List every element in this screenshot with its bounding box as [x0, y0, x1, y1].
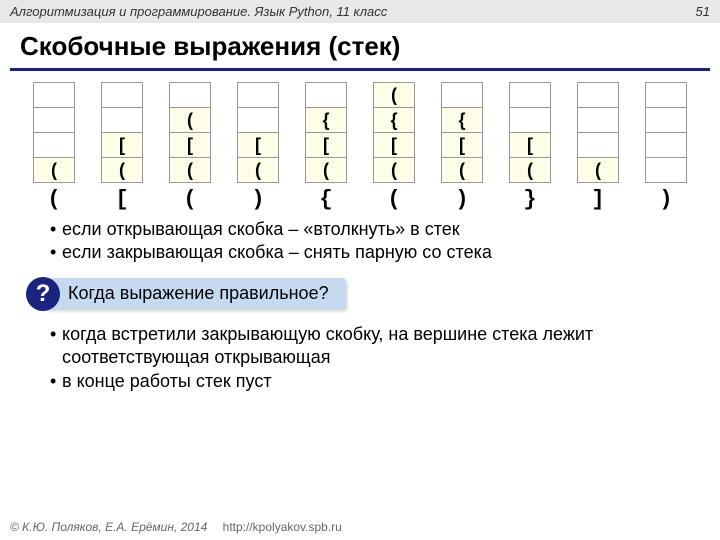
stack-cell: {: [441, 107, 483, 133]
stack-cell: [33, 132, 75, 158]
stack-cell: [441, 82, 483, 108]
input-bracket: (: [183, 187, 196, 212]
stack-cell: [: [169, 132, 211, 158]
stack-cell: [509, 82, 551, 108]
slide-footer: © К.Ю. Поляков, Е.А. Ерёмин, 2014 http:/…: [10, 520, 342, 534]
answers-list: когда встретили закрывающую скобку, на в…: [0, 317, 720, 395]
stack-cell: [101, 107, 143, 133]
stack-cell: (: [101, 157, 143, 183]
stack-column: (]: [571, 83, 625, 212]
stack-cell: [: [101, 132, 143, 158]
stack-cell: [33, 82, 75, 108]
input-bracket: ): [455, 187, 468, 212]
stack-cell: [: [305, 132, 347, 158]
answer-item: в конце работы стек пуст: [50, 370, 690, 393]
course-name: Алгоритмизация и программирование. Язык …: [10, 4, 387, 19]
stack-cell: (: [169, 157, 211, 183]
stack-cell: [: [441, 132, 483, 158]
stack-cell: (: [577, 157, 619, 183]
stack-column: {[(): [435, 83, 489, 212]
stack-cell: (: [237, 157, 279, 183]
input-bracket: (: [47, 187, 60, 212]
stack-cell: [577, 82, 619, 108]
input-bracket: ]: [591, 187, 604, 212]
slide-title: Скобочные выражения (стек): [0, 23, 720, 68]
copyright: © К.Ю. Поляков, Е.А. Ерёмин, 2014: [10, 520, 207, 534]
page-number: 51: [696, 4, 710, 19]
stack-column: [(): [231, 83, 285, 212]
stack-column: ((: [27, 83, 81, 212]
rule-item: если открывающая скобка – «втолкнуть» в …: [50, 218, 690, 241]
rule-item: если закрывающая скобка – снять парную с…: [50, 241, 690, 264]
stack-cell: (: [509, 157, 551, 183]
stack-column: {[({: [299, 83, 353, 212]
stack-cell: [33, 107, 75, 133]
stack-column: [([: [95, 83, 149, 212]
stack-column: ([((: [163, 83, 217, 212]
stack-column: ): [639, 83, 693, 212]
footer-link[interactable]: http://kpolyakov.spb.ru: [223, 520, 342, 534]
stack-cell: (: [33, 157, 75, 183]
stack-cell: [237, 107, 279, 133]
stacks-row: (([([([(([(){[({({[(({[()[(}(]): [0, 83, 720, 212]
stack-cell: (: [441, 157, 483, 183]
stack-cell: {: [305, 107, 347, 133]
stack-cell: [169, 82, 211, 108]
stack-cell: {: [373, 107, 415, 133]
stack-cell: [645, 132, 687, 158]
stack-cell: [305, 82, 347, 108]
stack-cell: [237, 82, 279, 108]
stack-cell: [101, 82, 143, 108]
stack-cell: [: [237, 132, 279, 158]
question-label: Когда выражение правильное?: [46, 278, 345, 309]
question-mark-icon: ?: [26, 277, 60, 311]
stack-cell: [509, 107, 551, 133]
question-row: ? Когда выражение правильное?: [26, 277, 720, 311]
stack-column: ({[((: [367, 83, 421, 212]
stack-cell: [645, 157, 687, 183]
stack-cell: (: [305, 157, 347, 183]
title-rule: [10, 68, 710, 71]
answer-item: когда встретили закрывающую скобку, на в…: [50, 323, 690, 370]
input-bracket: }: [523, 187, 536, 212]
stack-column: [(}: [503, 83, 557, 212]
stack-cell: [645, 82, 687, 108]
stack-cell: [: [373, 132, 415, 158]
stack-cell: [: [509, 132, 551, 158]
input-bracket: {: [319, 187, 332, 212]
input-bracket: ): [659, 187, 672, 212]
input-bracket: ): [251, 187, 264, 212]
stack-cell: (: [373, 82, 415, 108]
slide-header: Алгоритмизация и программирование. Язык …: [0, 0, 720, 23]
rules-list: если открывающая скобка – «втолкнуть» в …: [0, 212, 720, 267]
input-bracket: [: [115, 187, 128, 212]
stack-cell: [577, 132, 619, 158]
stack-cell: [645, 107, 687, 133]
stack-cell: (: [373, 157, 415, 183]
stack-cell: (: [169, 107, 211, 133]
input-bracket: (: [387, 187, 400, 212]
stack-cell: [577, 107, 619, 133]
